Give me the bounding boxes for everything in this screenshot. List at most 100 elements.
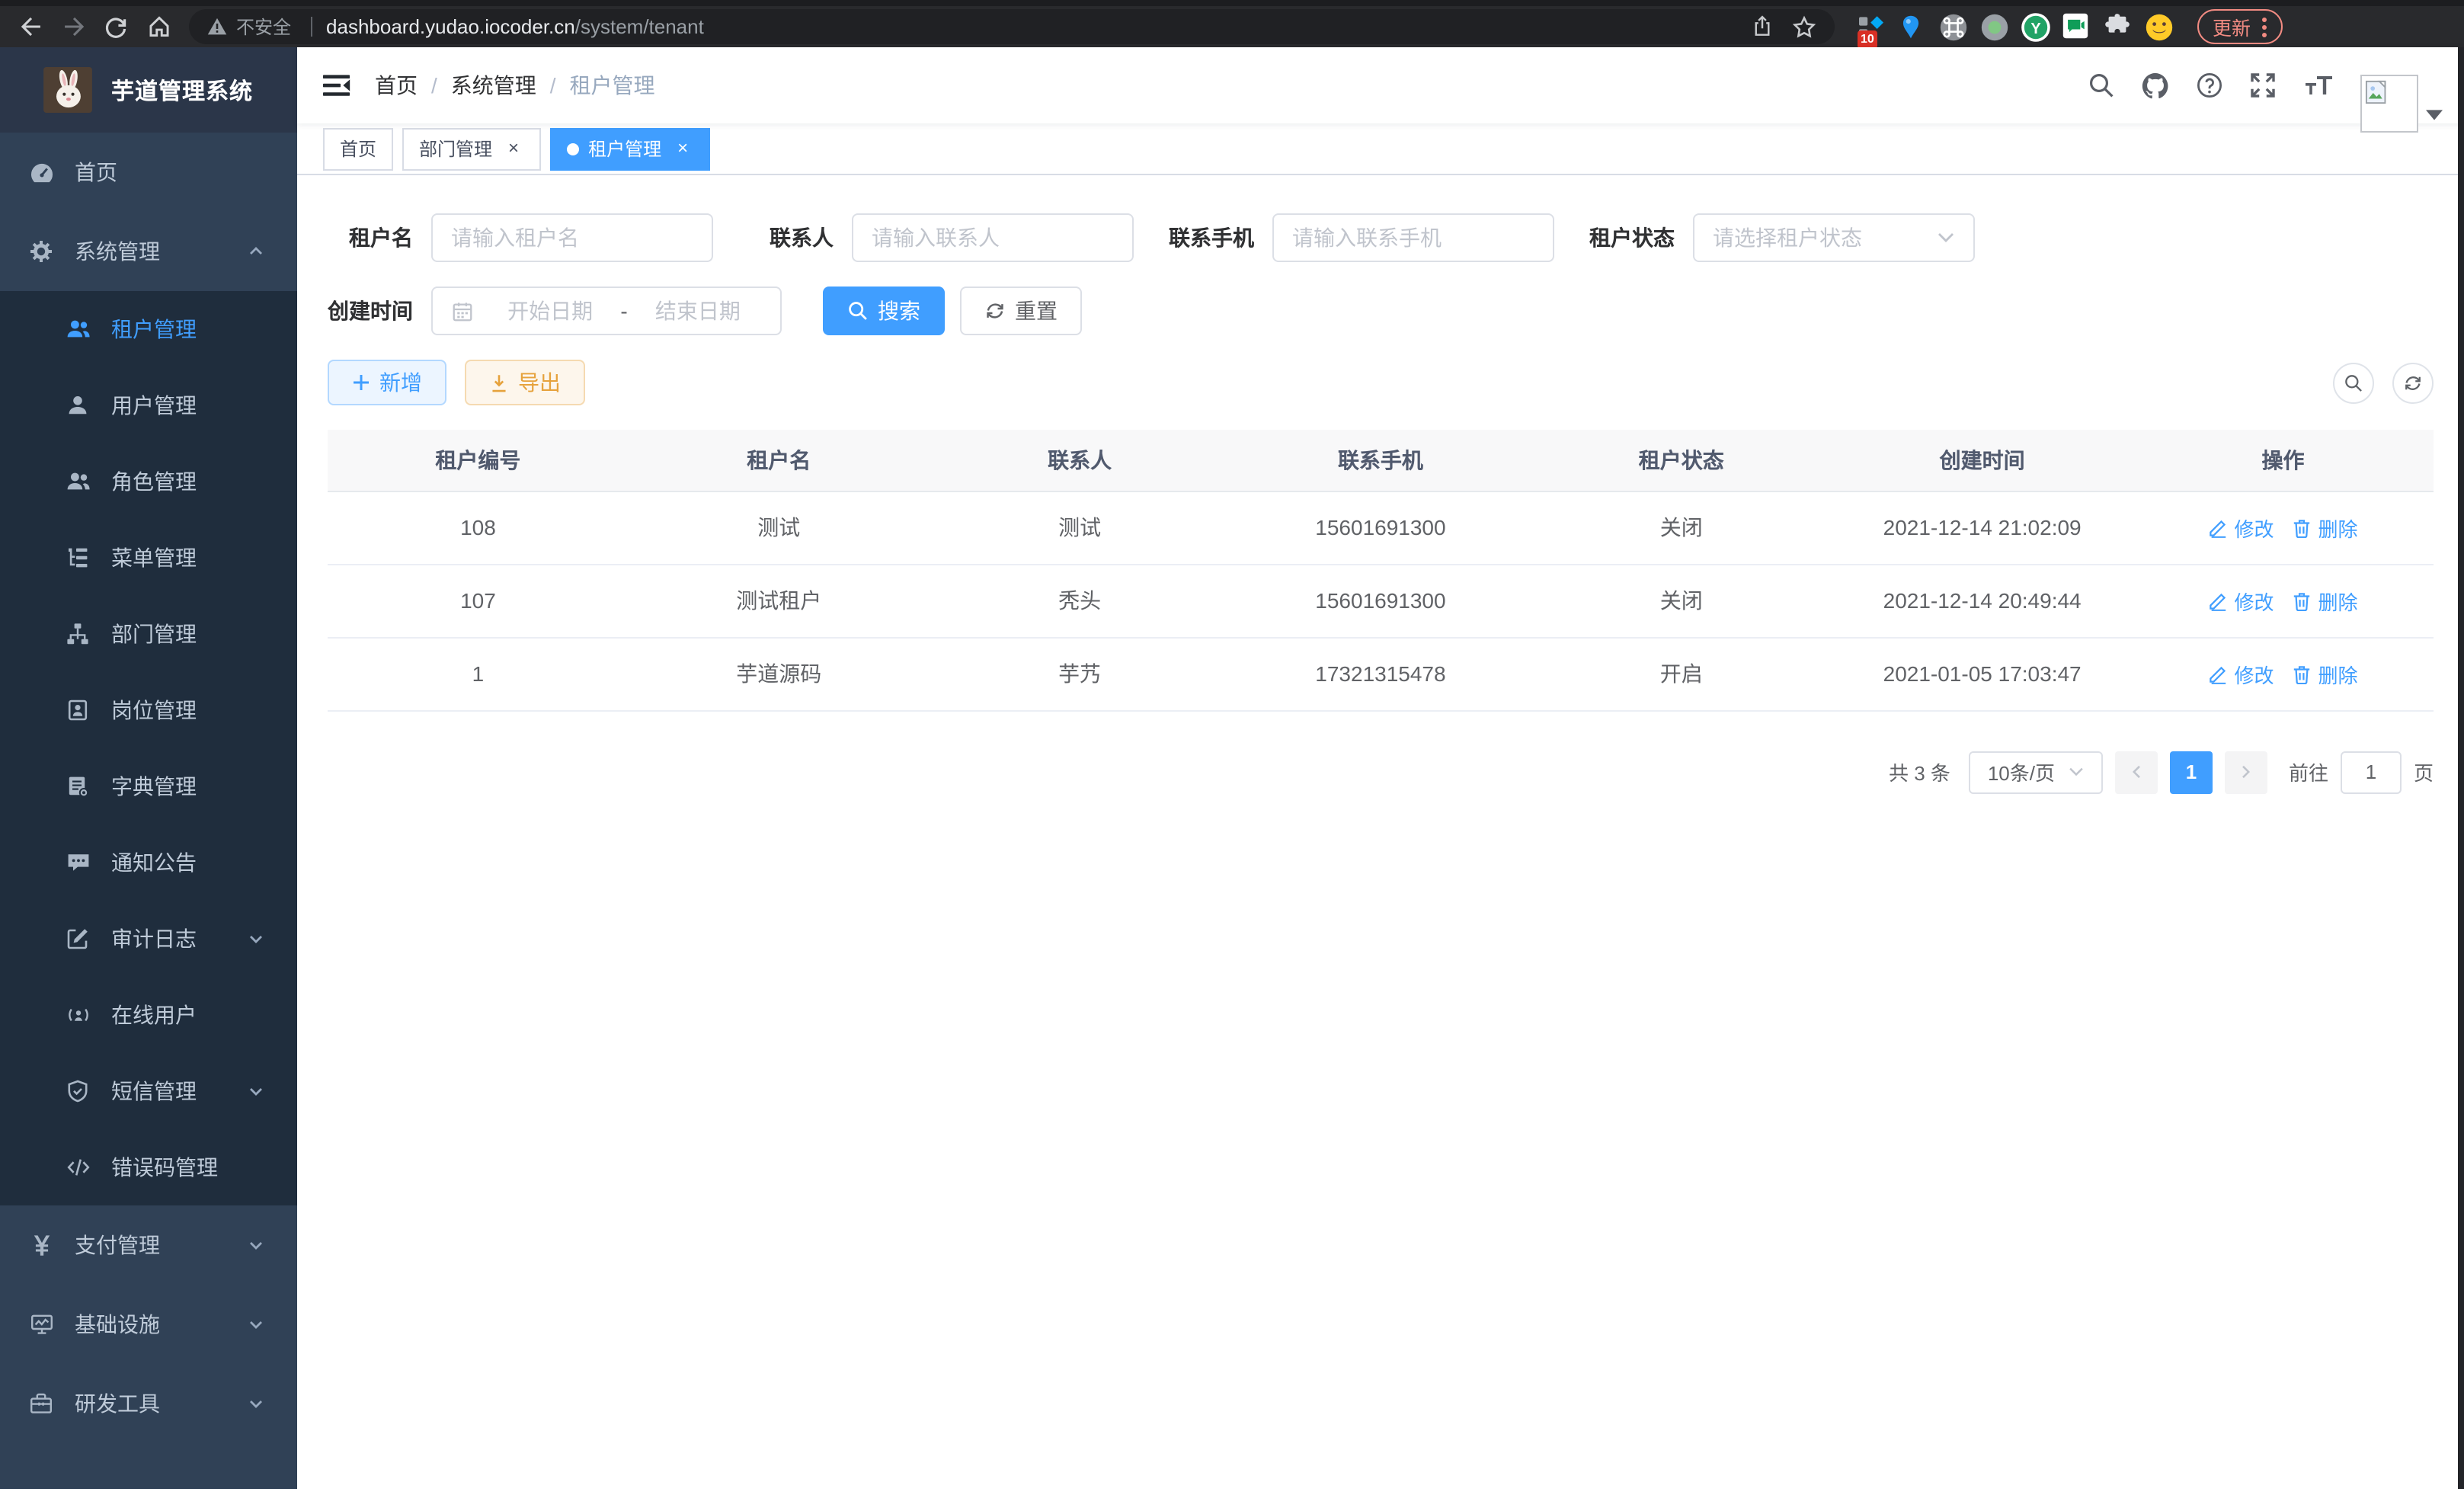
browser-menu-dots-icon[interactable] xyxy=(2261,16,2267,37)
trash-icon xyxy=(2293,664,2312,683)
url-host[interactable]: dashboard.yudao.iocoder.cn xyxy=(326,15,575,38)
prev-page-button[interactable] xyxy=(2115,751,2158,793)
add-button[interactable]: 新增 xyxy=(328,360,446,405)
edit-link[interactable]: 修改 xyxy=(2209,659,2274,688)
filter-field-tenant-status: 租户状态请选择租户状态 xyxy=(1589,213,1975,262)
github-icon[interactable] xyxy=(2141,71,2170,100)
sidebar-item-audit-log[interactable]: 审计日志 xyxy=(0,901,297,977)
sidebar-item-menu[interactable]: 菜单管理 xyxy=(0,520,297,596)
tab-首页[interactable]: 首页 xyxy=(323,127,393,170)
edit-link[interactable]: 修改 xyxy=(2209,513,2274,542)
extension-recorder[interactable] xyxy=(1979,11,2010,42)
star-icon[interactable] xyxy=(1792,14,1816,39)
goto-page-input[interactable]: 1 xyxy=(2341,751,2402,793)
navbar: 首页 / 系统管理 / 租户管理 xyxy=(297,47,2464,123)
date-end-placeholder[interactable]: 结束日期 xyxy=(634,296,762,326)
sidebar-item-sms[interactable]: 短信管理 xyxy=(0,1053,297,1129)
sidebar-item-user[interactable]: 用户管理 xyxy=(0,367,297,443)
table-row: 1芋道源码芋艿17321315478开启2021-01-05 17:03:47修… xyxy=(328,637,2434,710)
browser-back-icon[interactable] xyxy=(12,8,49,45)
browser-update-button[interactable]: 更新 xyxy=(2197,9,2283,44)
show-search-toggle-icon[interactable] xyxy=(2333,362,2374,403)
sidebar-item-infra[interactable]: 基础设施 xyxy=(0,1285,297,1364)
breadcrumb-system[interactable]: 系统管理 xyxy=(451,70,536,101)
notice-icon xyxy=(66,850,90,875)
sidebar: 芋道管理系统 首页系统管理租户管理用户管理角色管理菜单管理部门管理岗位管理字典管… xyxy=(0,47,297,1489)
date-range-input[interactable]: 开始日期 - 结束日期 xyxy=(431,287,782,335)
extension-y-green[interactable]: Y xyxy=(2021,11,2051,42)
browser-reload-icon[interactable] xyxy=(98,8,134,45)
delete-link[interactable]: 删除 xyxy=(2293,659,2358,688)
roles-icon xyxy=(66,469,90,494)
sidebar-item-online-user[interactable]: 在线用户 xyxy=(0,977,297,1053)
tenant-name-input[interactable]: 请输入租户名 xyxy=(431,213,713,262)
search-button[interactable]: 搜索 xyxy=(823,287,945,335)
browser-forward-icon[interactable] xyxy=(55,8,91,45)
sidebar-item-system[interactable]: 系统管理 xyxy=(0,212,297,291)
sidebar-item-label: 支付管理 xyxy=(75,1230,160,1260)
sidebar-item-post[interactable]: 岗位管理 xyxy=(0,672,297,748)
sidebar-item-notice[interactable]: 通知公告 xyxy=(0,824,297,901)
page-content: 租户名请输入租户名联系人请输入联系人联系手机请输入联系手机租户状态请选择租户状态… xyxy=(297,175,2464,1489)
sidebar-item-dept[interactable]: 部门管理 xyxy=(0,596,297,672)
filter-label: 租户名 xyxy=(328,222,413,253)
page-size-value: 10条/页 xyxy=(1988,757,2055,786)
browser-scrollbar[interactable] xyxy=(2458,47,2464,1489)
sidebar-item-devtools[interactable]: 研发工具 xyxy=(0,1364,297,1443)
refresh-table-icon[interactable] xyxy=(2392,362,2434,403)
extension-puzzle[interactable] xyxy=(2103,11,2133,42)
cell-status: 关闭 xyxy=(1531,491,1832,564)
extension-chat-green[interactable] xyxy=(2062,11,2092,42)
edit-link[interactable]: 修改 xyxy=(2209,586,2274,615)
shield-check-icon xyxy=(66,1079,90,1103)
date-start-placeholder[interactable]: 开始日期 xyxy=(486,296,614,326)
next-page-button[interactable] xyxy=(2225,751,2267,793)
url-path[interactable]: /system/tenant xyxy=(575,15,704,38)
sidebar-item-pay[interactable]: 支付管理 xyxy=(0,1205,297,1285)
sidebar-item-error-code[interactable]: 错误码管理 xyxy=(0,1129,297,1205)
sidebar-item-role[interactable]: 角色管理 xyxy=(0,443,297,520)
app-logo[interactable]: 芋道管理系统 xyxy=(0,47,297,133)
reset-button[interactable]: 重置 xyxy=(960,287,1082,335)
security-label[interactable]: 不安全 xyxy=(236,14,291,40)
extension-blue-pin[interactable] xyxy=(1897,11,1928,42)
column-header: 联系人 xyxy=(930,430,1230,491)
sidebar-item-home[interactable]: 首页 xyxy=(0,133,297,212)
extension-blocks-diamond[interactable]: 10 xyxy=(1856,11,1886,42)
font-size-icon[interactable] xyxy=(2302,73,2336,98)
hamburger-icon[interactable] xyxy=(297,70,375,101)
help-icon[interactable] xyxy=(2196,72,2223,99)
sidebar-item-dict[interactable]: 字典管理 xyxy=(0,748,297,824)
fullscreen-icon[interactable] xyxy=(2249,72,2277,99)
filter-row: 租户名请输入租户名联系人请输入联系人联系手机请输入联系手机租户状态请选择租户状态 xyxy=(328,213,2434,262)
add-button-label: 新增 xyxy=(379,367,422,398)
table-body: 108测试测试15601691300关闭2021-12-14 21:02:09修… xyxy=(328,491,2434,710)
address-bar[interactable]: 不安全 dashboard.yudao.iocoder.cn/system/te… xyxy=(189,9,1835,44)
delete-label: 删除 xyxy=(2318,513,2358,542)
cell-name: 测试租户 xyxy=(629,564,930,637)
export-button[interactable]: 导出 xyxy=(465,360,585,405)
user-avatar[interactable] xyxy=(2360,75,2443,133)
tab-租户管理[interactable]: 租户管理× xyxy=(550,127,710,170)
breadcrumb-home[interactable]: 首页 xyxy=(375,70,418,101)
caret-down-icon xyxy=(2426,110,2443,120)
sidebar-item-tenant[interactable]: 租户管理 xyxy=(0,291,297,367)
search-button-label: 搜索 xyxy=(878,296,920,326)
browser-home-icon[interactable] xyxy=(140,8,177,45)
tenant-status-select[interactable]: 请选择租户状态 xyxy=(1693,213,1975,262)
close-icon[interactable]: × xyxy=(503,138,524,159)
cell-contact: 测试 xyxy=(930,491,1230,564)
contact-mobile-input[interactable]: 请输入联系手机 xyxy=(1272,213,1554,262)
close-icon[interactable]: × xyxy=(672,138,693,159)
page-number-button[interactable]: 1 xyxy=(2170,751,2213,793)
delete-link[interactable]: 删除 xyxy=(2293,586,2358,615)
extension-command[interactable] xyxy=(1938,11,1969,42)
tab-部门管理[interactable]: 部门管理× xyxy=(402,127,541,170)
header-search-icon[interactable] xyxy=(2088,72,2115,99)
sidebar-menu: 首页系统管理租户管理用户管理角色管理菜单管理部门管理岗位管理字典管理通知公告审计… xyxy=(0,133,297,1443)
extension-emoji[interactable] xyxy=(2144,11,2174,42)
share-icon[interactable] xyxy=(1751,15,1774,38)
delete-link[interactable]: 删除 xyxy=(2293,513,2358,542)
contact-name-input[interactable]: 请输入联系人 xyxy=(852,213,1134,262)
page-size-select[interactable]: 10条/页 xyxy=(1969,751,2103,793)
